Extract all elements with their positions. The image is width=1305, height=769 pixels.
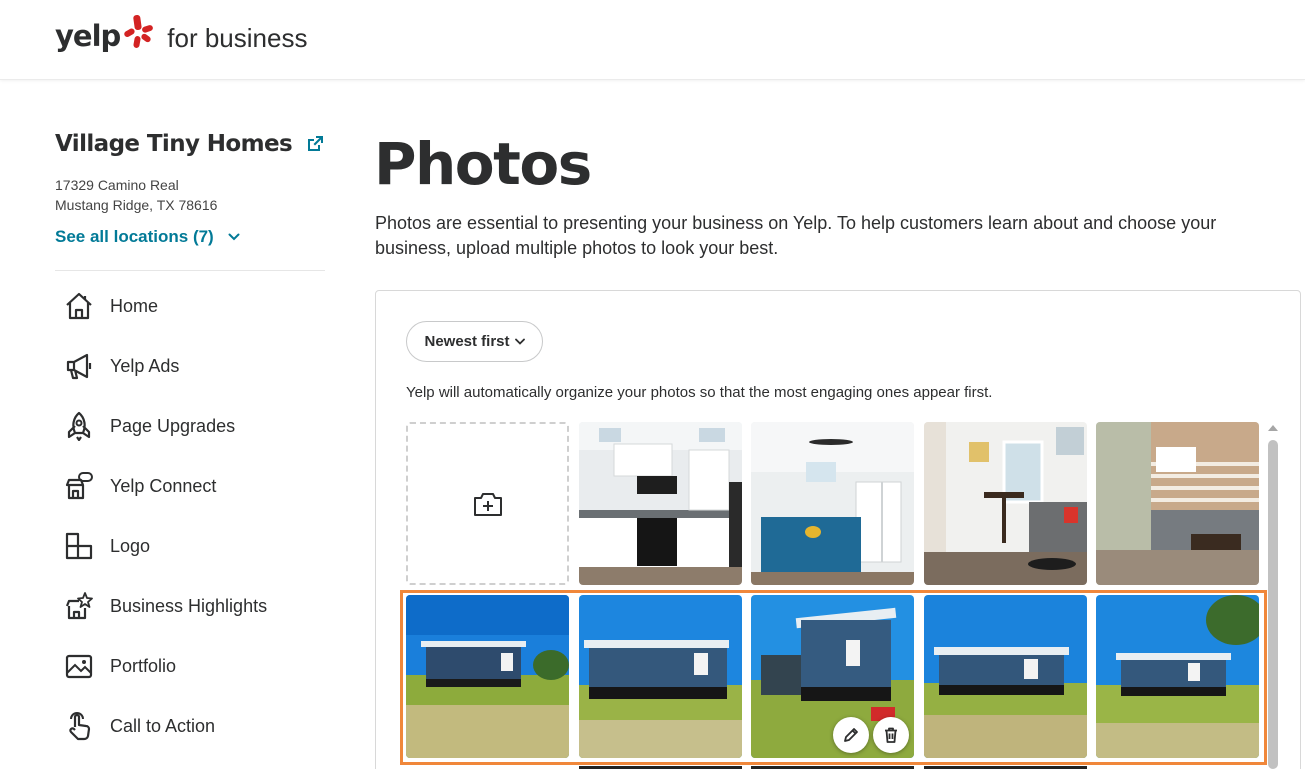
- photo-thumbnail-exterior-5[interactable]: [1096, 595, 1259, 758]
- bedroom-photo: [751, 422, 914, 585]
- top-header: yelp for business: [0, 0, 1305, 80]
- sidebar-item-label: Portfolio: [110, 655, 177, 676]
- address-line-2: Mustang Ridge, TX 78616: [55, 197, 218, 213]
- sidebar-divider: [55, 270, 325, 271]
- home-icon: [64, 291, 94, 321]
- sidebar-item-page-upgrades[interactable]: Page Upgrades: [64, 411, 235, 441]
- kitchen-photo: [579, 422, 742, 585]
- logo-wordmark: yelp: [55, 19, 121, 53]
- sidebar-item-label: Yelp Ads: [110, 355, 180, 376]
- see-all-locations-link[interactable]: See all locations (7): [55, 227, 240, 247]
- megaphone-icon: [64, 351, 94, 381]
- sidebar-item-label: Business Highlights: [110, 595, 268, 616]
- external-link-icon[interactable]: [305, 134, 325, 154]
- sort-helper-text: Yelp will automatically organize your ph…: [406, 384, 993, 401]
- scrollbar-thumb[interactable]: [1268, 440, 1278, 769]
- sidebar-item-label: Yelp Connect: [110, 475, 217, 496]
- page-intro: Photos are essential to presenting your …: [375, 213, 1217, 258]
- page-title: Photos: [374, 130, 592, 198]
- pencil-icon: [844, 728, 858, 742]
- sidebar-item-label: Page Upgrades: [110, 415, 236, 436]
- sidebar-item-logo[interactable]: Logo: [64, 531, 150, 561]
- dining-nook-photo: [924, 422, 1087, 585]
- photo-thumbnail-dining-nook[interactable]: [924, 422, 1087, 585]
- sidebar-item-portfolio[interactable]: Portfolio: [64, 651, 176, 681]
- photo-thumbnail-porch-lounge[interactable]: [1096, 422, 1259, 585]
- upload-photo-tile[interactable]: [406, 422, 569, 585]
- tiny-home-exterior-photo: [579, 595, 742, 758]
- edit-photo-button[interactable]: [833, 717, 869, 753]
- photo-thumbnail-kitchen[interactable]: [579, 422, 742, 585]
- tiny-home-exterior-photo: [406, 595, 569, 758]
- add-photo-icon: [473, 492, 502, 516]
- scroll-up-arrow-icon[interactable]: [1268, 424, 1278, 432]
- see-all-locations-label: See all locations (7): [55, 227, 214, 246]
- photo-thumbnail-exterior-4[interactable]: [924, 595, 1087, 758]
- logo-subtitle: for business: [167, 22, 308, 53]
- sidebar-item-home[interactable]: Home: [64, 291, 158, 321]
- store-star-icon: [64, 591, 94, 621]
- porch-lounge-photo: [1096, 422, 1259, 585]
- photo-thumbnail-exterior-2[interactable]: [579, 595, 742, 758]
- business-name: Village Tiny Homes: [55, 131, 293, 157]
- sidebar-item-yelp-connect[interactable]: Yelp Connect: [64, 471, 216, 501]
- portfolio-images-icon: [64, 651, 94, 681]
- yelp-burst-icon: [124, 15, 154, 48]
- chevron-down-icon: [228, 233, 240, 241]
- chevron-down-icon: [514, 338, 525, 345]
- storefront-chat-icon: [64, 471, 94, 501]
- sidebar-item-yelp-ads[interactable]: Yelp Ads: [64, 351, 179, 381]
- trash-icon: [885, 727, 897, 743]
- tiny-home-exterior-photo: [1096, 595, 1259, 758]
- sort-dropdown-label: Newest first: [424, 333, 510, 350]
- photo-thumbnail-exterior-1[interactable]: [406, 595, 569, 758]
- address-line-1: 17329 Camino Real: [55, 177, 179, 193]
- logo-blocks-icon: [64, 531, 94, 561]
- sidebar-item-call-to-action[interactable]: Call to Action: [64, 711, 215, 741]
- rocket-icon: [64, 411, 94, 441]
- pointer-hand-icon: [64, 711, 94, 741]
- sort-dropdown[interactable]: Newest first: [406, 321, 543, 362]
- sidebar-item-label: Home: [110, 295, 159, 316]
- photo-thumbnail-bedroom[interactable]: [751, 422, 914, 585]
- sidebar-item-business-highlights[interactable]: Business Highlights: [64, 591, 267, 621]
- tiny-home-exterior-photo: [924, 595, 1087, 758]
- yelp-for-business-logo[interactable]: yelp for business: [55, 14, 307, 58]
- delete-photo-button[interactable]: [873, 717, 909, 753]
- sidebar-item-label: Logo: [110, 535, 151, 556]
- sidebar-item-label: Call to Action: [110, 715, 216, 736]
